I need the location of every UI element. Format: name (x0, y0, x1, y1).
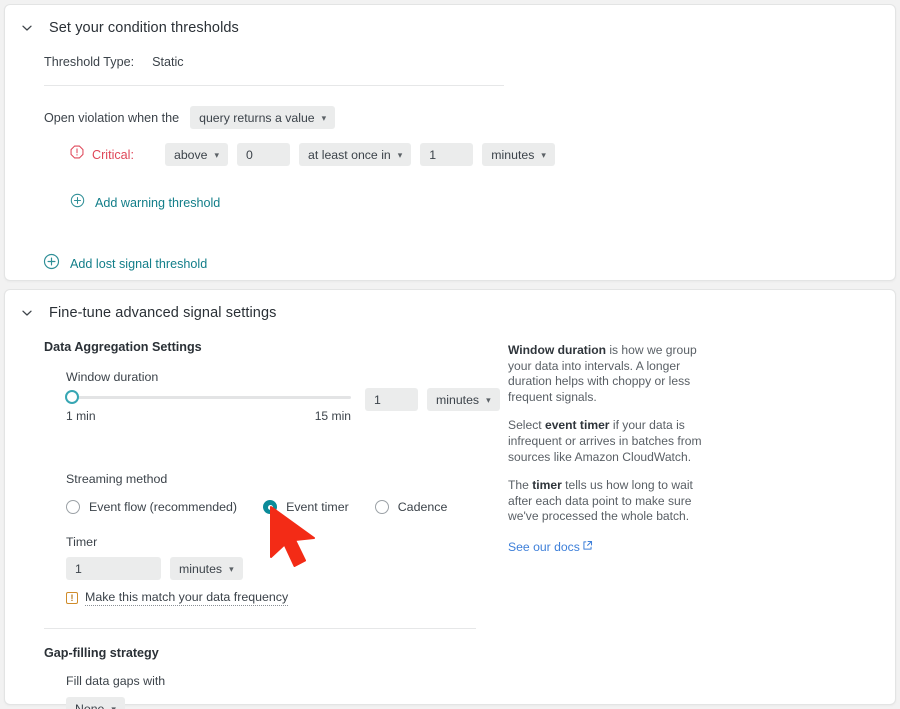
add-warning-threshold-label: Add warning threshold (95, 196, 221, 210)
window-duration-slider[interactable] (65, 390, 351, 404)
advanced-signal-settings-card: Fine-tune advanced signal settings Data … (4, 289, 896, 709)
critical-unit-select[interactable]: minutes ▾ (482, 143, 555, 166)
window-duration-range-labels: 1 min 15 min (66, 409, 351, 423)
help-bold-event-timer: event timer (544, 418, 610, 433)
timer-unit-value: minutes (179, 561, 223, 576)
data-aggregation-heading: Data Aggregation Settings (44, 340, 202, 354)
violation-condition-select[interactable]: query returns a value ▾ (190, 106, 336, 129)
radio-circle-icon[interactable] (66, 500, 80, 514)
critical-unit-value: minutes (491, 147, 535, 162)
radio-event-timer[interactable]: Event timer (263, 500, 349, 514)
chevron-down-icon: ▾ (111, 704, 116, 709)
chevron-down-icon[interactable] (19, 20, 35, 36)
radio-cadence[interactable]: Cadence (374, 500, 448, 514)
advanced-help-column: Window duration is how we group your dat… (475, 321, 720, 709)
threshold-type-row: Threshold Type: Static (44, 55, 895, 69)
help-bold-window-duration: Window duration (508, 343, 606, 357)
critical-value-input[interactable] (237, 143, 291, 166)
condition-thresholds-card: Set your condition thresholds Threshold … (4, 4, 896, 281)
threshold-type-value: Static (152, 55, 184, 69)
help-lead-timer: The (508, 478, 533, 493)
chevron-down-icon: ▾ (229, 564, 234, 574)
critical-threshold-row: Critical: above ▾ at least once in ▾ min… (44, 143, 895, 166)
critical-frequency-select[interactable]: at least once in ▾ (299, 143, 412, 166)
see-our-docs-link[interactable]: See our docs (508, 540, 593, 554)
window-duration-max-label: 15 min (314, 409, 351, 423)
thresholds-section-header[interactable]: Set your condition thresholds (5, 5, 895, 36)
streaming-method-label: Streaming method (66, 472, 168, 486)
thresholds-body: Threshold Type: Static Open violation wh… (5, 55, 895, 275)
fill-data-gaps-value: None (75, 701, 105, 709)
fill-data-gaps-label: Fill data gaps with (66, 674, 166, 688)
critical-operator-select[interactable]: above ▾ (165, 143, 229, 166)
chevron-down-icon: ▾ (397, 150, 403, 160)
window-duration-unit-value: minutes (436, 392, 480, 407)
add-warning-threshold-button[interactable]: Add warning threshold (44, 193, 895, 213)
advanced-title: Fine-tune advanced signal settings (49, 305, 277, 321)
timer-hint-label: Make this match your data frequency (85, 590, 289, 606)
critical-frequency-value: at least once in (308, 147, 391, 162)
add-lost-signal-threshold-label: Add lost signal threshold (70, 257, 208, 271)
streaming-method-group: Streaming method Event flow (recommended… (66, 472, 475, 606)
help-bold-timer: timer (532, 478, 562, 493)
timer-unit-select[interactable]: minutes ▾ (170, 557, 243, 580)
violation-condition-value: query returns a value (199, 110, 315, 125)
advanced-left-column: Data Aggregation Settings Window duratio… (5, 321, 500, 709)
window-duration-slider-wrap: Window duration 1 min 15 min (65, 370, 351, 423)
radio-circle-selected-icon[interactable] (263, 500, 278, 514)
plus-circle-icon (43, 253, 60, 275)
chevron-down-icon: ▾ (486, 395, 491, 405)
window-duration-group: Window duration 1 min 15 min 1 minutes ▾… (44, 370, 500, 606)
advanced-body: Data Aggregation Settings Window duratio… (5, 321, 895, 709)
window-duration-value-input[interactable] (365, 388, 418, 411)
help-paragraph-event-timer: Select event timer if your data is infre… (508, 418, 720, 465)
thresholds-title: Set your condition thresholds (49, 20, 239, 36)
streaming-method-radio-group: Event flow (recommended) Event timer Cad… (66, 500, 475, 514)
gap-filling-group: Fill data gaps with None ▾ (44, 674, 475, 709)
window-duration-slider-thumb[interactable] (65, 390, 79, 404)
advanced-section-header[interactable]: Fine-tune advanced signal settings (5, 290, 895, 321)
chevron-down-icon[interactable] (19, 305, 35, 321)
timer-value-input[interactable] (66, 557, 161, 580)
help-lead-event-timer: Select (508, 418, 545, 433)
threshold-type-label: Threshold Type: (44, 55, 135, 69)
radio-event-flow[interactable]: Event flow (recommended) (66, 500, 237, 514)
divider (44, 628, 476, 629)
radio-event-flow-label: Event flow (recommended) (89, 500, 238, 514)
critical-duration-input[interactable] (420, 143, 474, 166)
gap-filling-heading: Gap-filling strategy (44, 646, 159, 660)
radio-circle-icon[interactable] (374, 500, 389, 514)
chevron-down-icon: ▾ (541, 150, 546, 160)
critical-operator-value: above (174, 147, 208, 162)
critical-label-group: Critical: (70, 145, 156, 164)
see-our-docs-label: See our docs (508, 539, 580, 554)
timer-hint[interactable]: ! Make this match your data frequency (66, 590, 289, 606)
timer-row: minutes ▾ (66, 557, 475, 580)
page-root: Set your condition thresholds Threshold … (0, 0, 900, 709)
window-duration-label: Window duration (66, 370, 159, 384)
critical-label: Critical: (92, 147, 134, 162)
chevron-down-icon: ▾ (321, 113, 327, 123)
external-link-icon (582, 540, 593, 554)
timer-label: Timer (66, 535, 98, 549)
plus-circle-icon (70, 193, 85, 213)
warning-square-icon: ! (66, 592, 78, 604)
open-violation-row: Open violation when the query returns a … (44, 106, 895, 129)
open-violation-label: Open violation when the (44, 110, 180, 125)
help-paragraph-window-duration: Window duration is how we group your dat… (508, 343, 720, 405)
help-paragraph-timer: The timer tells us how long to wait afte… (508, 478, 720, 525)
radio-event-timer-label: Event timer (286, 500, 349, 514)
chevron-down-icon: ▾ (214, 150, 220, 160)
divider (44, 85, 504, 86)
window-duration-min-label: 1 min (66, 409, 96, 423)
fill-data-gaps-select[interactable]: None ▾ (66, 697, 125, 709)
add-lost-signal-threshold-button[interactable]: Add lost signal threshold (43, 253, 895, 275)
radio-cadence-label: Cadence (397, 500, 448, 514)
critical-octagon-icon (70, 145, 84, 164)
